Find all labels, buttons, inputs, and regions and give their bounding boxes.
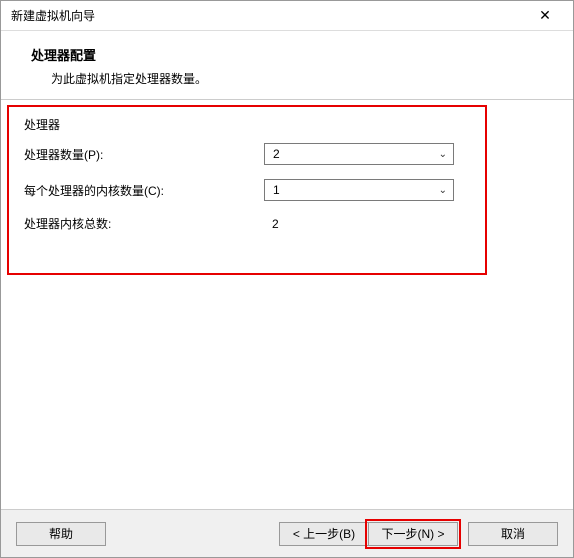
- page-subtitle: 为此虚拟机指定处理器数量。: [31, 70, 563, 87]
- content-area: 处理器 处理器数量(P): 2 ⌄ 每个处理器的内核数量(C): 1 ⌄ 处理器…: [1, 100, 573, 500]
- wizard-window: 新建虚拟机向导 ✕ 处理器配置 为此虚拟机指定处理器数量。 处理器 处理器数量(…: [0, 0, 574, 558]
- nav-button-group: < 上一步(B) 下一步(N) >: [280, 522, 458, 546]
- select-processor-count-value: 2: [273, 147, 280, 161]
- cancel-button[interactable]: 取消: [468, 522, 558, 546]
- row-cores-per-processor: 每个处理器的内核数量(C): 1 ⌄: [24, 179, 558, 201]
- label-processor-count: 处理器数量(P):: [24, 146, 264, 163]
- window-title: 新建虚拟机向导: [11, 7, 95, 24]
- wizard-header: 处理器配置 为此虚拟机指定处理器数量。: [1, 31, 573, 100]
- select-cores-per-processor[interactable]: 1 ⌄: [264, 179, 454, 201]
- label-cores-per-processor: 每个处理器的内核数量(C):: [24, 182, 264, 199]
- help-button[interactable]: 帮助: [16, 522, 106, 546]
- row-processor-count: 处理器数量(P): 2 ⌄: [24, 143, 558, 165]
- wizard-footer: 帮助 < 上一步(B) 下一步(N) > 取消: [1, 509, 573, 557]
- back-button[interactable]: < 上一步(B): [279, 522, 369, 546]
- select-cores-value: 1: [273, 183, 280, 197]
- close-icon: ✕: [539, 7, 551, 24]
- label-total-cores: 处理器内核总数:: [24, 215, 264, 232]
- titlebar: 新建虚拟机向导 ✕: [1, 1, 573, 31]
- row-total-cores: 处理器内核总数: 2: [24, 215, 558, 232]
- value-total-cores: 2: [264, 217, 279, 231]
- close-button[interactable]: ✕: [525, 2, 565, 30]
- select-processor-count[interactable]: 2 ⌄: [264, 143, 454, 165]
- next-button[interactable]: 下一步(N) >: [368, 522, 458, 546]
- page-title: 处理器配置: [31, 45, 563, 64]
- group-label-processors: 处理器: [24, 116, 558, 133]
- chevron-down-icon: ⌄: [439, 185, 447, 196]
- chevron-down-icon: ⌄: [439, 149, 447, 160]
